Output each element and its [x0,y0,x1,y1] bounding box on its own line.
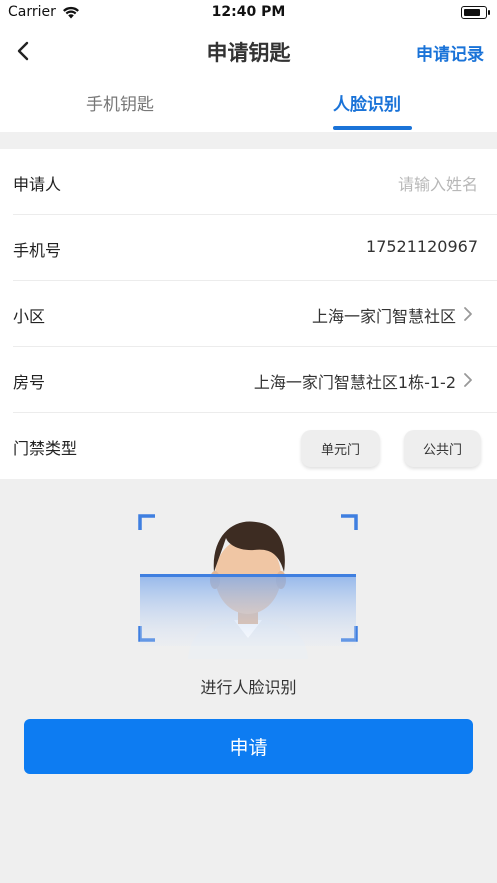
community-value: 上海一家门智慧社区 [311,307,456,326]
phone-value: 17521120967 [366,237,478,256]
face-scan-illustration[interactable] [138,514,358,664]
scan-line [140,574,356,577]
phone-label: 手机号 [13,241,62,260]
tab-face-recognition[interactable]: 人脸识别 [333,90,401,115]
status-time: 12:40 PM [211,4,286,20]
tab-phone-key[interactable]: 手机钥匙 [86,90,154,115]
applicant-name-input[interactable]: 请输入姓名 [398,171,478,195]
public-door-option[interactable]: 公共门 [404,430,481,467]
battery-icon [461,6,490,19]
row-phone: 手机号 17521120967 [13,215,497,281]
row-access-type: 门禁类型 单元门 公共门 [13,413,497,479]
battery-level [464,9,480,16]
row-applicant[interactable]: 申请人 请输入姓名 [13,149,497,215]
nav-bar: 申请钥匙 申请记录 [0,26,497,76]
row-room[interactable]: 房号 上海一家门智慧社区1栋-1-2 [13,347,497,413]
back-button[interactable] [10,36,40,66]
face-caption: 进行人脸识别 [200,678,297,697]
chevron-right-icon [464,373,472,387]
chevron-left-icon [17,41,29,61]
community-label: 小区 [13,307,46,326]
face-recognition-area: 进行人脸识别 申请 [0,479,497,883]
tab-bar: 手机钥匙 人脸识别 [0,76,497,132]
chevron-right-icon [464,307,472,321]
scan-overlay [140,576,356,646]
room-value: 上海一家门智慧社区1栋-1-2 [253,373,456,392]
apply-records-link[interactable]: 申请记录 [416,40,484,65]
applicant-label: 申请人 [13,175,62,194]
apply-button[interactable]: 申请 [24,719,473,774]
unit-door-option[interactable]: 单元门 [301,430,380,467]
status-bar: Carrier 12:40 PM [0,0,497,26]
row-community[interactable]: 小区 上海一家门智慧社区 [13,281,497,347]
application-form: 申请人 请输入姓名 手机号 17521120967 小区 上海一家门智慧社区 房… [0,149,497,479]
section-divider [0,132,497,149]
access-type-label: 门禁类型 [13,439,78,458]
active-tab-indicator [333,126,412,130]
room-label: 房号 [13,373,46,392]
